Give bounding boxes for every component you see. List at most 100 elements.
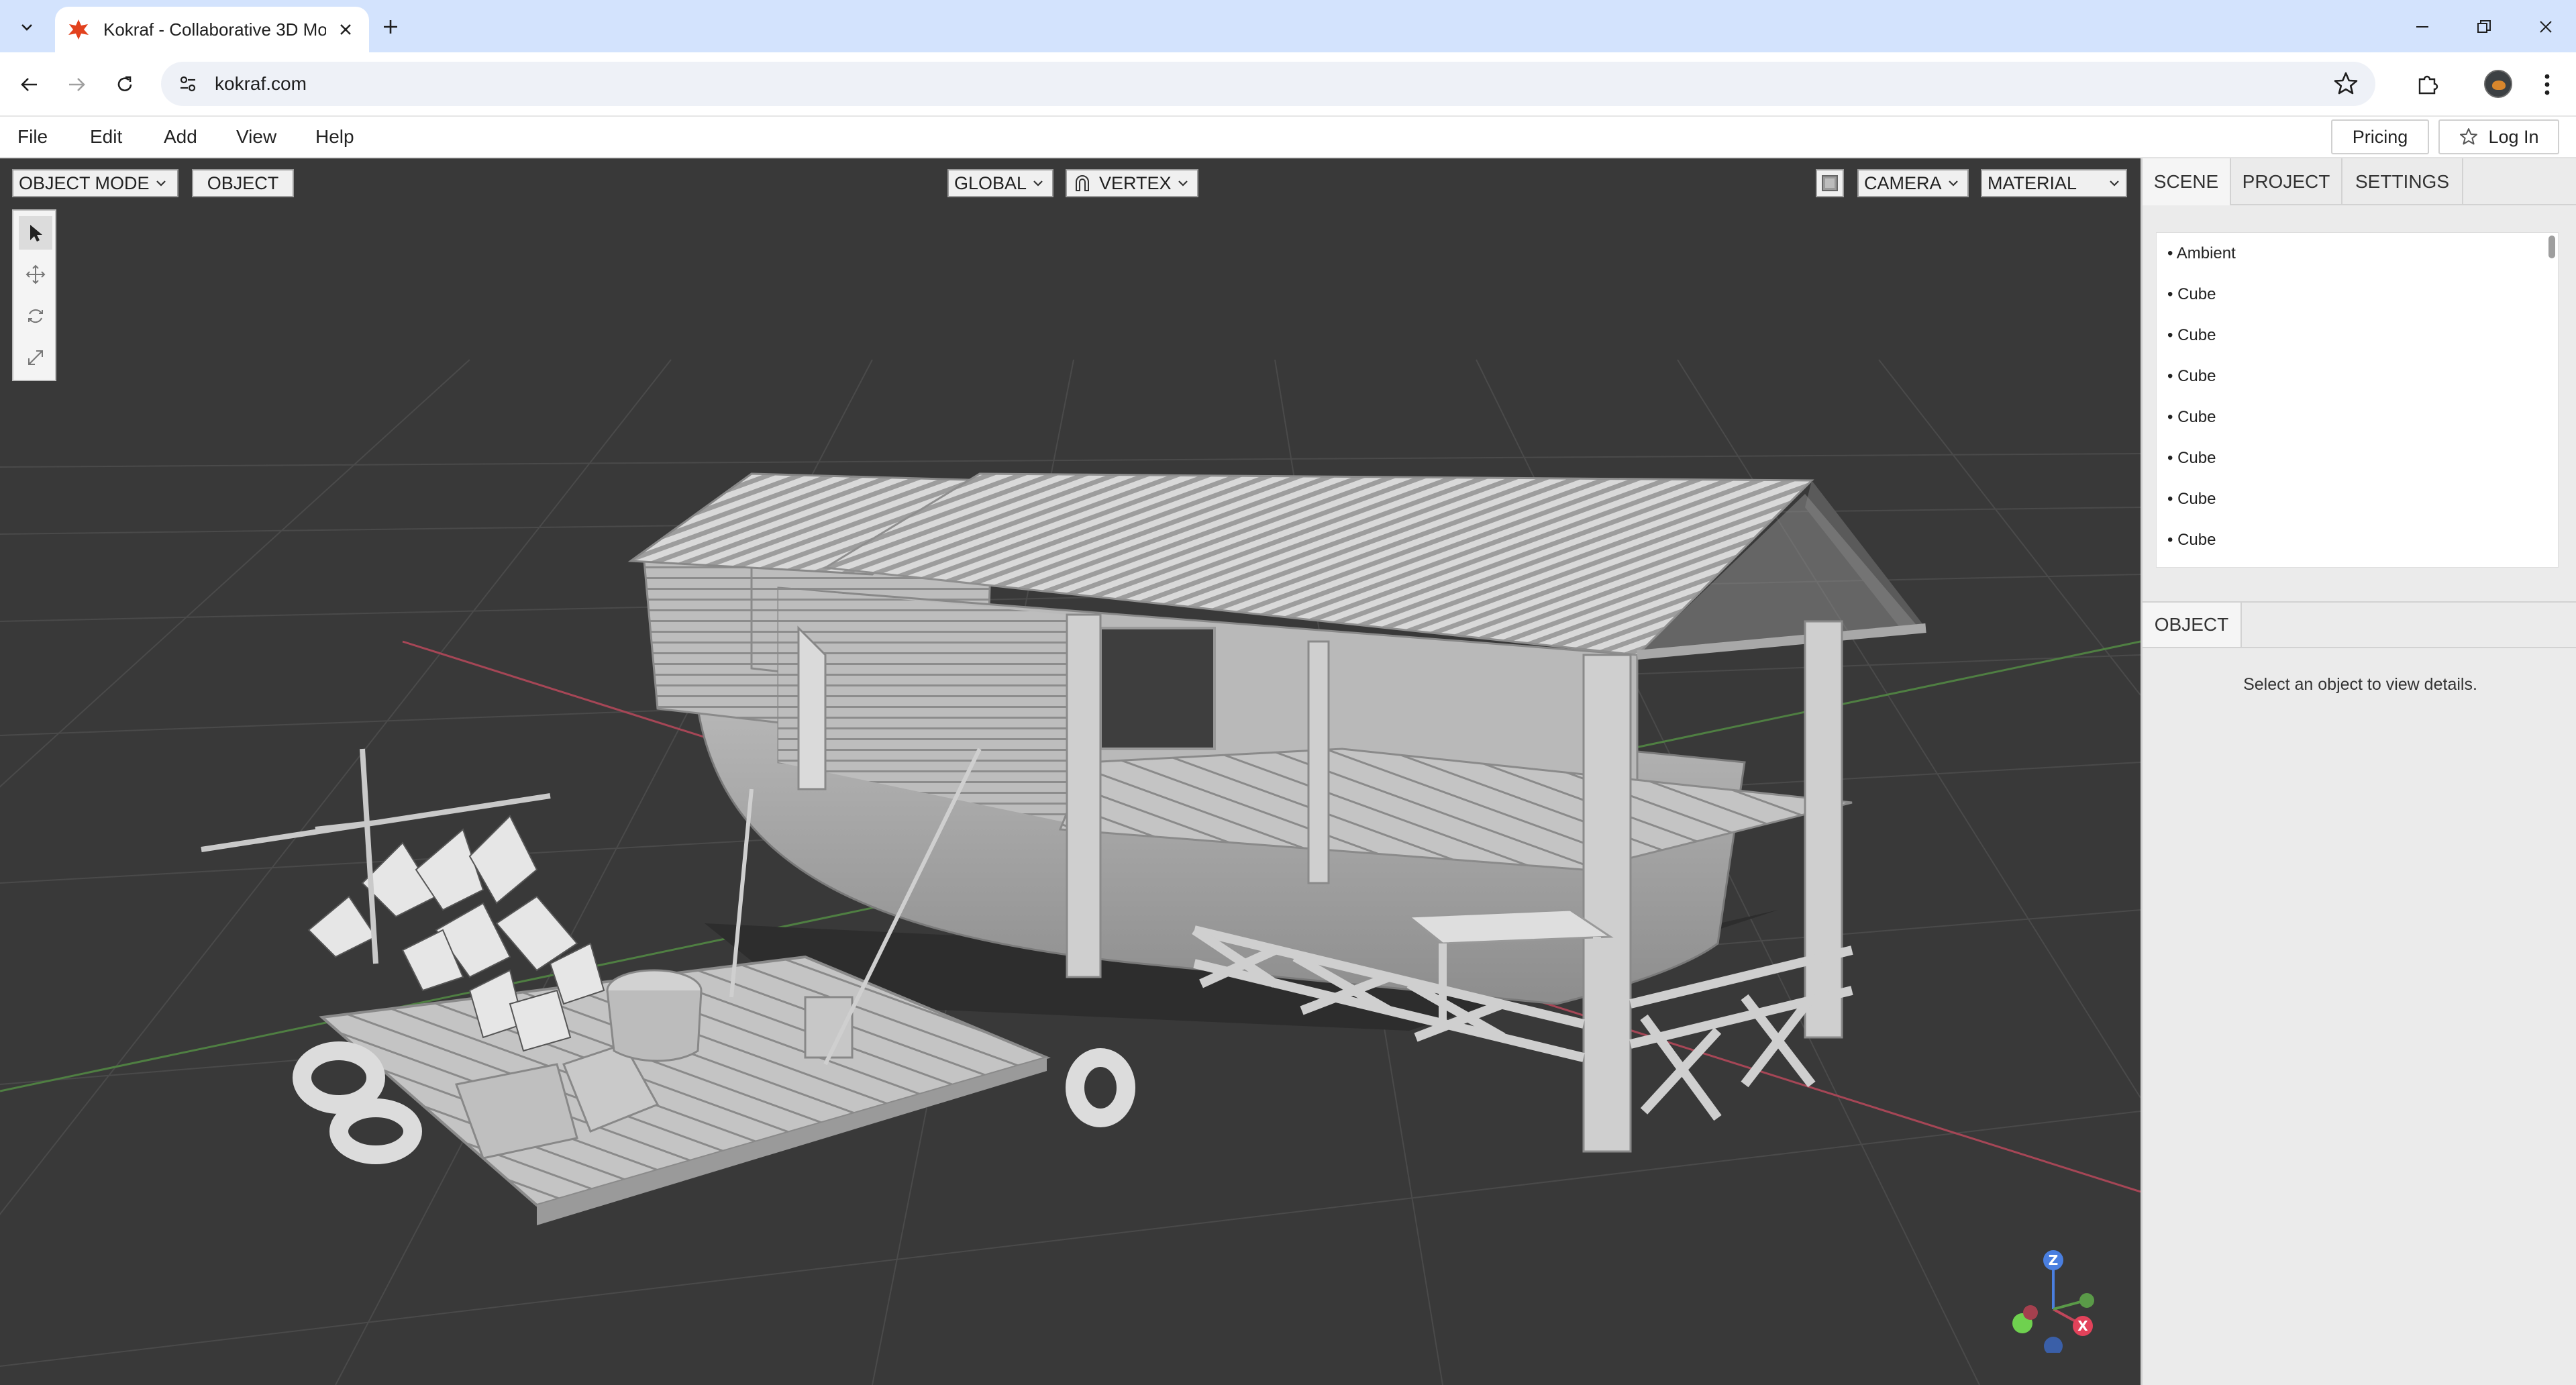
chevron-down-icon bbox=[1178, 181, 1188, 187]
list-item[interactable]: • Cube bbox=[2157, 519, 2558, 560]
object-empty-message: Select an object to view details. bbox=[2243, 675, 2477, 694]
menu-view[interactable]: View bbox=[236, 126, 276, 148]
tab-settings-label: SETTINGS bbox=[2355, 171, 2449, 192]
forward-button[interactable] bbox=[60, 68, 93, 101]
browser-tabstrip: Kokraf - Collaborative 3D Modeling bbox=[0, 0, 2576, 52]
extensions-button[interactable] bbox=[2412, 68, 2444, 101]
tab-scene-label: SCENE bbox=[2153, 171, 2219, 192]
select-tool[interactable] bbox=[19, 216, 52, 250]
menu-help[interactable]: Help bbox=[315, 126, 354, 148]
list-item[interactable]: • Cube bbox=[2157, 274, 2558, 315]
chevron-down-icon bbox=[2110, 181, 2119, 187]
back-button[interactable] bbox=[13, 68, 46, 101]
tab-settings[interactable]: SETTINGS bbox=[2342, 158, 2463, 205]
tab-object[interactable]: OBJECT bbox=[2143, 603, 2242, 647]
move-tool[interactable] bbox=[19, 258, 52, 291]
list-item[interactable]: • Cube bbox=[2157, 315, 2558, 356]
list-item[interactable]: • Ambient bbox=[2157, 233, 2558, 274]
object-button[interactable]: OBJECT bbox=[192, 169, 294, 197]
arrow-right-icon bbox=[69, 78, 85, 91]
rotate-icon bbox=[28, 309, 43, 323]
reload-icon bbox=[117, 76, 132, 91]
tab-search-button[interactable] bbox=[9, 9, 44, 44]
chevron-down-icon bbox=[1033, 181, 1043, 187]
shading-select[interactable]: MATERIAL bbox=[1981, 169, 2127, 197]
browser-tab-active[interactable]: Kokraf - Collaborative 3D Modeling bbox=[55, 7, 369, 52]
mode-select[interactable]: OBJECT MODE bbox=[12, 169, 178, 197]
browser-toolbar: kokraf.com bbox=[0, 52, 2576, 117]
move-arrows-icon bbox=[25, 264, 46, 285]
pricing-label: Pricing bbox=[2352, 126, 2408, 147]
axis-neg-z-handle bbox=[2044, 1337, 2063, 1353]
tool-palette bbox=[12, 209, 56, 381]
object-section-tabs: OBJECT bbox=[2143, 601, 2576, 648]
menu-file[interactable]: File bbox=[17, 126, 48, 148]
axis-y-handle bbox=[2079, 1293, 2094, 1308]
list-item[interactable]: • Cube bbox=[2157, 438, 2558, 478]
menu-add[interactable]: Add bbox=[164, 126, 197, 148]
pricing-button[interactable]: Pricing bbox=[2331, 119, 2429, 154]
close-icon bbox=[340, 24, 351, 35]
login-label: Log In bbox=[2488, 126, 2539, 147]
chevron-down-icon bbox=[156, 181, 166, 187]
site-settings-icon[interactable] bbox=[174, 70, 201, 97]
restore-icon bbox=[2477, 20, 2491, 33]
object-button-label: OBJECT bbox=[207, 172, 279, 193]
minimize-icon bbox=[2416, 26, 2428, 28]
snap-select-value: VERTEX bbox=[1099, 172, 1172, 193]
scale-tool[interactable] bbox=[19, 341, 52, 374]
scene-render[interactable] bbox=[0, 158, 2141, 1385]
camera-select[interactable]: CAMERA bbox=[1857, 169, 1969, 197]
close-window-button[interactable] bbox=[2526, 9, 2566, 44]
outliner-scrollbar[interactable] bbox=[2548, 236, 2555, 258]
properties-panel: SCENE PROJECT SETTINGS • Ambient • Cube … bbox=[2141, 158, 2576, 1385]
bookmark-star-icon[interactable] bbox=[2332, 70, 2359, 97]
tab-close-button[interactable] bbox=[334, 18, 357, 41]
close-icon bbox=[2540, 21, 2552, 33]
panel-tabs: SCENE PROJECT SETTINGS bbox=[2143, 158, 2576, 205]
viewport-layout-toggle[interactable] bbox=[1816, 169, 1844, 197]
arrow-left-icon bbox=[21, 78, 37, 91]
camera-select-value: CAMERA bbox=[1864, 172, 1942, 193]
rotate-tool[interactable] bbox=[19, 299, 52, 333]
list-item[interactable]: • Cube bbox=[2157, 356, 2558, 397]
minimize-button[interactable] bbox=[2402, 9, 2442, 44]
axis-z-label: Z bbox=[2049, 1252, 2059, 1268]
list-item[interactable]: • Cube bbox=[2157, 478, 2558, 519]
star-outline-icon bbox=[2460, 128, 2478, 145]
axis-neg-x-handle bbox=[2023, 1305, 2038, 1320]
reload-button[interactable] bbox=[109, 68, 141, 101]
login-button[interactable]: Log In bbox=[2438, 119, 2559, 154]
tab-scene[interactable]: SCENE bbox=[2143, 158, 2231, 205]
transform-space-select[interactable]: GLOBAL bbox=[947, 169, 1053, 197]
address-bar[interactable]: kokraf.com bbox=[161, 62, 2375, 106]
new-tab-button[interactable] bbox=[376, 12, 405, 42]
chevron-down-icon bbox=[1948, 181, 1958, 187]
axes-gizmo[interactable]: Z X bbox=[2006, 1245, 2100, 1353]
cursor-arrow-icon bbox=[30, 225, 42, 242]
list-item[interactable]: • Cube bbox=[2157, 397, 2558, 438]
axis-x-label: X bbox=[2077, 1318, 2088, 1334]
tab-project-label: PROJECT bbox=[2242, 171, 2330, 192]
scene-outliner[interactable]: • Ambient • Cube • Cube • Cube • Cube • … bbox=[2156, 232, 2559, 568]
chevron-down-icon bbox=[21, 24, 32, 31]
kebab-menu-icon bbox=[2544, 74, 2550, 95]
3d-viewport[interactable]: OBJECT MODE OBJECT GLOBAL VERTEX CAMERA … bbox=[0, 158, 2141, 1385]
snap-select[interactable]: VERTEX bbox=[1066, 169, 1198, 197]
magnet-icon bbox=[1076, 175, 1089, 191]
layout-icon bbox=[1822, 175, 1838, 191]
app-menubar: File Edit Add View Help bbox=[0, 117, 2576, 158]
profile-avatar[interactable] bbox=[2484, 70, 2512, 98]
tab-project[interactable]: PROJECT bbox=[2231, 158, 2342, 205]
puzzle-icon bbox=[2418, 75, 2438, 95]
mode-select-value: OBJECT MODE bbox=[19, 172, 150, 193]
plus-icon bbox=[384, 20, 397, 34]
restore-button[interactable] bbox=[2464, 9, 2504, 44]
menu-edit[interactable]: Edit bbox=[90, 126, 122, 148]
transform-space-value: GLOBAL bbox=[954, 172, 1027, 193]
url-text: kokraf.com bbox=[215, 73, 307, 94]
expand-icon bbox=[28, 350, 43, 365]
kokraf-logo-icon bbox=[68, 19, 89, 40]
tab-object-label: OBJECT bbox=[2154, 614, 2229, 635]
browser-menu-button[interactable] bbox=[2532, 68, 2562, 101]
